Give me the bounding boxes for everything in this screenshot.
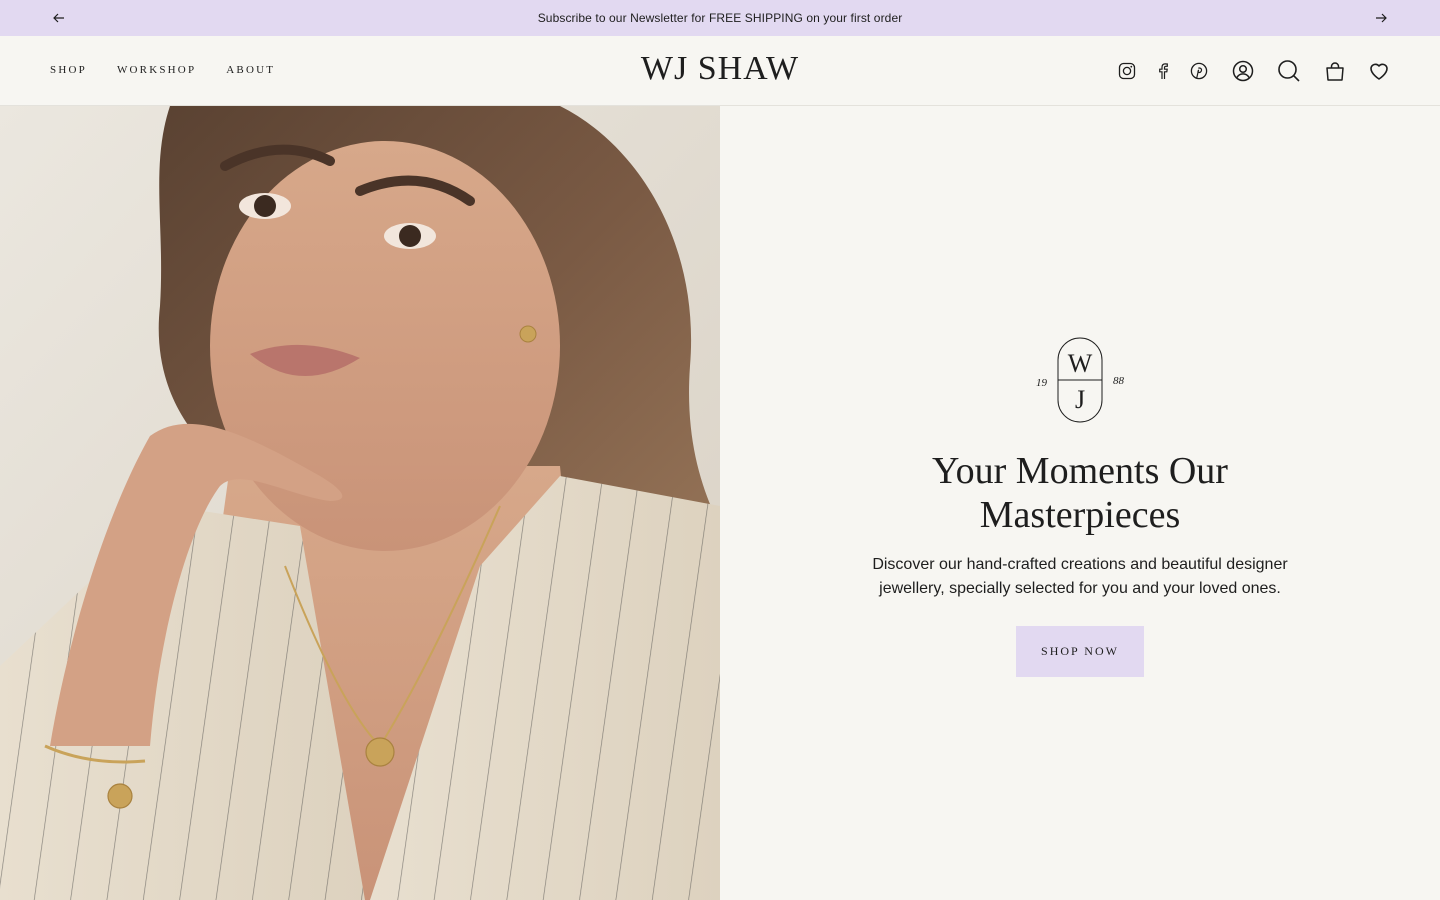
hero-description: Discover our hand-crafted creations and … [872, 556, 1288, 597]
monogram-logo: W J 19 88 [1030, 336, 1130, 426]
announcement-prev-arrow-icon[interactable] [49, 8, 69, 28]
monogram-bottom-letter: J [1075, 385, 1085, 414]
hero-model-illustration [0, 106, 720, 900]
monogram-top-letter: W [1068, 349, 1093, 378]
cart-icon[interactable] [1322, 58, 1348, 84]
hero-content: W J 19 88 Your Moments Our Masterpieces … [720, 106, 1440, 900]
search-icon[interactable] [1276, 58, 1302, 84]
header-icons [0, 58, 1440, 84]
announcement-text[interactable]: Subscribe to our Newsletter for FREE SHI… [538, 11, 903, 25]
hero-title: Your Moments Our Masterpieces [932, 450, 1228, 536]
instagram-icon[interactable] [1114, 58, 1140, 84]
wishlist-heart-icon[interactable] [1366, 58, 1392, 84]
announcement-bar: Subscribe to our Newsletter for FREE SHI… [0, 0, 1440, 36]
account-icon[interactable] [1230, 58, 1256, 84]
monogram-year-right: 88 [1113, 375, 1125, 387]
pinterest-icon[interactable] [1186, 58, 1212, 84]
site-header: SHOP WORKSHOP ABOUT WJ SHAW [0, 36, 1440, 106]
announcement-next-arrow-icon[interactable] [1371, 8, 1391, 28]
shop-now-button[interactable]: SHOP NOW [1016, 626, 1144, 677]
hero-image[interactable] [0, 106, 720, 900]
monogram-year-left: 19 [1036, 377, 1048, 389]
facebook-icon[interactable] [1150, 58, 1176, 84]
